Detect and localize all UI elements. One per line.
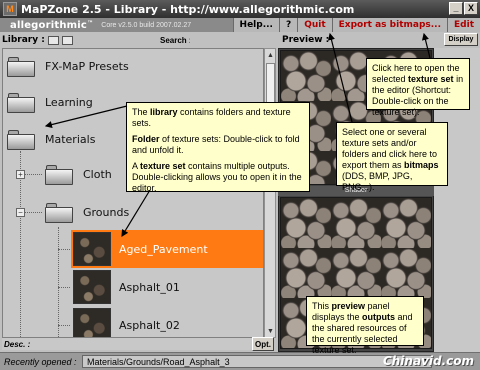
texture-set-label: Aged_Pavement: [119, 242, 208, 256]
search-label: Search :: [160, 35, 192, 45]
texture-set-aged-pavement[interactable]: Aged_Pavement: [71, 230, 263, 268]
preview-header: Preview : Display: [278, 33, 478, 47]
folder-item-cloth[interactable]: Cloth: [45, 163, 112, 185]
callout-line: The library contains folders and texture…: [132, 107, 291, 128]
folder-icon: [7, 55, 35, 77]
window-title: MaPZone 2.5 - Library - http://www.alleg…: [21, 2, 355, 16]
about-menu[interactable]: ?: [278, 18, 298, 32]
help-menu[interactable]: Help...: [232, 18, 279, 32]
title-bar: M MaPZone 2.5 - Library - http://www.all…: [0, 0, 480, 18]
quit-menu[interactable]: Quit: [297, 18, 332, 32]
texture-set-label: Asphalt_02: [119, 318, 180, 332]
folder-icon: [45, 163, 73, 185]
edit-callout: Click here to open the selected texture …: [366, 58, 470, 117]
preview-callout: This preview panel displays the outputs …: [306, 296, 424, 355]
version-text: Core v2.5.0 build 2007.02.27: [101, 21, 192, 29]
texture-thumbnail: [73, 308, 111, 337]
folder-item-grounds[interactable]: Grounds: [45, 201, 129, 223]
texture-thumbnail: [73, 232, 111, 266]
tree-line: [58, 249, 70, 250]
texture-set-asphalt-02[interactable]: Asphalt_02: [71, 306, 263, 337]
folder-label: FX-MaP Presets: [45, 59, 129, 73]
search-input[interactable]: [190, 34, 272, 45]
menu-bar: Help... ? Quit Export as bitmaps... Edit: [232, 18, 480, 32]
close-button[interactable]: X: [464, 2, 478, 15]
export-bitmaps-menu[interactable]: Export as bitmaps...: [331, 18, 448, 32]
tree-line: [58, 325, 70, 326]
new-folder-icon[interactable]: [47, 35, 59, 45]
folder-label: Grounds: [83, 205, 130, 219]
folder-label: Learning: [45, 95, 93, 109]
recent-label: Recently opened :: [4, 356, 77, 367]
desc-label: Desc. :: [4, 339, 31, 349]
callout-line: This preview panel displays the outputs …: [312, 301, 413, 355]
texture-set-asphalt-01[interactable]: Asphalt_01: [71, 268, 263, 306]
folder-label: Materials: [45, 132, 96, 146]
brand: allegorithmic™ Core v2.5.0 build 2007.02…: [0, 20, 191, 31]
recent-path-select[interactable]: Materials/Grounds/Road_Asphalt_3: [82, 355, 432, 368]
brand-bar: allegorithmic™ Core v2.5.0 build 2007.02…: [0, 18, 480, 32]
texture-set-label: Asphalt_01: [119, 280, 180, 294]
collapse-toggle[interactable]: −: [16, 208, 25, 217]
library-header: Library : Search :: [2, 33, 274, 47]
minimize-button[interactable]: _: [449, 2, 463, 15]
callout-line: Click here to open the selected texture …: [372, 63, 464, 117]
folder-label: Cloth: [83, 167, 112, 181]
texture-thumbnail: [73, 270, 111, 304]
preview-label: Preview :: [282, 35, 330, 45]
expand-toggle[interactable]: +: [16, 170, 25, 179]
tree-line: [20, 151, 21, 337]
edit-menu[interactable]: Edit: [447, 18, 480, 32]
export-callout: Select one or several texture sets and/o…: [336, 122, 448, 192]
folder-item-fx-map-presets[interactable]: FX-MaP Presets: [7, 55, 129, 77]
import-icon[interactable]: [61, 35, 73, 45]
tree-line: [58, 227, 59, 337]
window-controls: _ X: [449, 2, 478, 15]
library-label: Library :: [2, 35, 45, 45]
callout-line: A texture set contains multiple outputs.…: [132, 161, 302, 193]
tree-line: [58, 287, 70, 288]
display-button[interactable]: Display: [444, 33, 478, 46]
library-callout: The library contains folders and texture…: [126, 102, 310, 193]
scroll-up-icon[interactable]: ▲: [266, 50, 275, 60]
folder-icon: [7, 91, 35, 113]
mapzone-icon: M: [3, 2, 17, 16]
options-button[interactable]: Opt.: [252, 337, 274, 351]
folder-item-materials[interactable]: Materials: [7, 128, 95, 150]
callout-line: Select one or several texture sets and/o…: [342, 127, 439, 192]
scroll-down-icon[interactable]: ▼: [266, 326, 275, 336]
folder-open-icon: [45, 201, 73, 223]
folder-item-learning[interactable]: Learning: [7, 91, 93, 113]
description-bar: Desc. :: [2, 338, 252, 350]
folder-open-icon: [7, 128, 35, 150]
allegorithmic-logo: allegorithmic™: [10, 19, 94, 31]
callout-line: Folder of texture sets: Double-click to …: [132, 134, 300, 155]
